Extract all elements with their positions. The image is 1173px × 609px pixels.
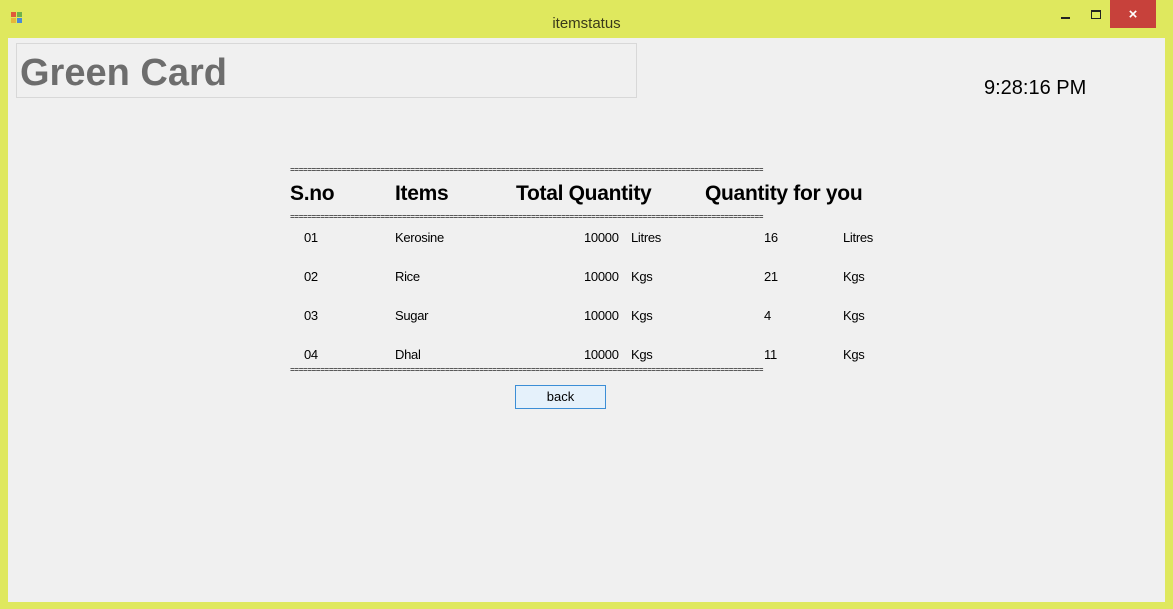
minimize-button[interactable]	[1048, 0, 1082, 28]
row-yours-unit: Kgs	[843, 308, 865, 323]
minimize-icon	[1060, 17, 1070, 19]
row-item: Dhal	[395, 347, 421, 362]
row-total: 10000	[584, 347, 619, 362]
row-yours-unit: Kgs	[843, 347, 865, 362]
card-title: Green Card	[20, 52, 227, 94]
separator-header: ========================================…	[290, 214, 764, 222]
column-header-total-quantity: Total Quantity	[516, 182, 652, 205]
column-header-quantity-for-you: Quantity for you	[705, 182, 863, 205]
separator-bottom: ========================================…	[290, 367, 764, 375]
close-button[interactable]: ×	[1110, 0, 1156, 28]
row-sno: 03	[304, 308, 318, 323]
row-yours: 4	[764, 308, 771, 323]
row-total: 10000	[584, 230, 619, 245]
row-sno: 02	[304, 269, 318, 284]
row-yours: 16	[764, 230, 778, 245]
maximize-button[interactable]	[1082, 0, 1110, 28]
row-yours: 21	[764, 269, 778, 284]
row-total: 10000	[584, 269, 619, 284]
app-window: itemstatus × Green Card 9:28:16 PM =====…	[0, 0, 1173, 609]
column-header-items: Items	[395, 182, 449, 205]
header-panel: Green Card	[16, 43, 637, 98]
title-bar[interactable]: itemstatus ×	[0, 0, 1173, 38]
row-item: Rice	[395, 269, 420, 284]
column-header-sno: S.no	[290, 182, 335, 205]
row-yours-unit: Kgs	[843, 269, 865, 284]
row-item: Sugar	[395, 308, 429, 323]
row-total-unit: Kgs	[631, 347, 653, 362]
row-yours-unit: Litres	[843, 230, 873, 245]
row-total-unit: Litres	[631, 230, 661, 245]
clock-label: 9:28:16 PM	[984, 77, 1087, 99]
separator-top: ========================================…	[290, 167, 764, 175]
row-sno: 01	[304, 230, 318, 245]
form-client-area: Green Card 9:28:16 PM ==================…	[8, 38, 1165, 602]
back-button[interactable]: back	[515, 385, 606, 409]
row-sno: 04	[304, 347, 318, 362]
close-icon: ×	[1128, 5, 1138, 23]
maximize-icon	[1091, 9, 1101, 19]
row-item: Kerosine	[395, 230, 444, 245]
window-title: itemstatus	[552, 15, 621, 32]
row-yours: 11	[764, 347, 777, 362]
row-total-unit: Kgs	[631, 269, 653, 284]
row-total: 10000	[584, 308, 619, 323]
row-total-unit: Kgs	[631, 308, 653, 323]
